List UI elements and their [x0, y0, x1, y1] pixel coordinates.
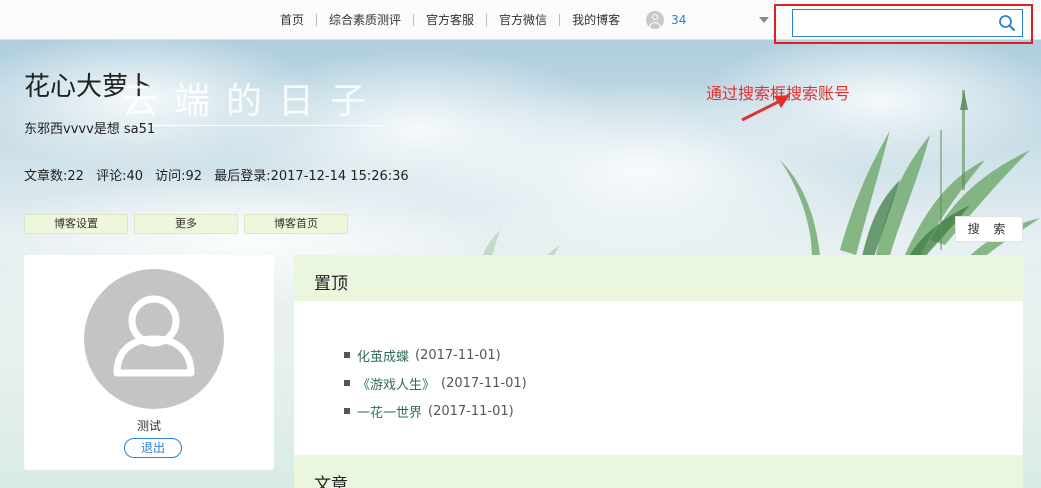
stat-visits: 访问:92: [155, 169, 203, 184]
post-date: (2017-11-01): [428, 403, 514, 419]
caret-down-icon[interactable]: [759, 17, 769, 23]
user-avatar-icon: [646, 11, 665, 29]
post-date: (2017-11-01): [415, 347, 501, 363]
list-item: 一花一世界 (2017-11-01): [344, 397, 527, 425]
avatar: [84, 269, 224, 409]
blog-subtitle: 东邪西vvvv是想 sa51: [24, 122, 156, 137]
post-date: (2017-11-01): [441, 375, 527, 391]
tab-more[interactable]: 更多: [134, 214, 238, 234]
banner-art-line: [128, 125, 384, 126]
stat-last-login: 最后登录:2017-12-14 15:26:36: [214, 169, 409, 184]
profile-card: 测试 退出: [24, 255, 274, 470]
nav-assessment[interactable]: 综合素质测评: [317, 13, 413, 27]
post-link[interactable]: 《游戏人生》: [357, 374, 435, 393]
site-nav: 首页 综合素质测评 官方客服 官方微信 我的博客 34: [268, 0, 686, 40]
blog-stats: 文章数:22 评论:40 访问:92 最后登录:2017-12-14 15:26…: [24, 165, 417, 184]
search-input[interactable]: [793, 10, 993, 36]
annotation-text: 通过搜索框搜索账号: [706, 84, 851, 103]
articles-title: 文章: [314, 475, 348, 488]
user-avatar-icon: [113, 295, 195, 377]
list-item: 《游戏人生》 (2017-11-01): [344, 369, 527, 397]
nav-home[interactable]: 首页: [268, 13, 316, 27]
banner-art-title: 云端的日子: [122, 81, 383, 122]
nav-customer-service[interactable]: 官方客服: [414, 13, 486, 27]
stat-articles: 文章数:22: [24, 169, 84, 184]
nav-my-blog[interactable]: 我的博客: [560, 13, 632, 27]
pinned-panel: 置顶 化茧成蝶 (2017-11-01) 《游戏人生》 (2017-11-01)…: [294, 255, 1023, 455]
tab-blog-home[interactable]: 博客首页: [244, 214, 348, 234]
stat-comments: 评论:40: [96, 169, 144, 184]
pinned-title: 置顶: [314, 274, 348, 294]
pinned-post-list: 化茧成蝶 (2017-11-01) 《游戏人生》 (2017-11-01) 一花…: [344, 341, 527, 425]
pinned-header: 置顶: [294, 255, 1023, 301]
list-item: 化茧成蝶 (2017-11-01): [344, 341, 527, 369]
search-box: [792, 9, 1023, 37]
user-count: 34: [671, 13, 687, 27]
user-badge[interactable]: 34: [646, 11, 686, 29]
tab-blog-settings[interactable]: 博客设置: [24, 214, 128, 234]
search-icon[interactable]: [998, 14, 1016, 32]
post-link[interactable]: 化茧成蝶: [357, 346, 409, 365]
articles-panel: 文章: [294, 455, 1023, 488]
profile-name: 测试: [136, 419, 161, 433]
nav-wechat[interactable]: 官方微信: [487, 13, 559, 27]
logout-button[interactable]: 退出: [124, 438, 182, 458]
post-link[interactable]: 一花一世界: [357, 402, 422, 421]
search-button[interactable]: 搜 索: [955, 216, 1023, 242]
